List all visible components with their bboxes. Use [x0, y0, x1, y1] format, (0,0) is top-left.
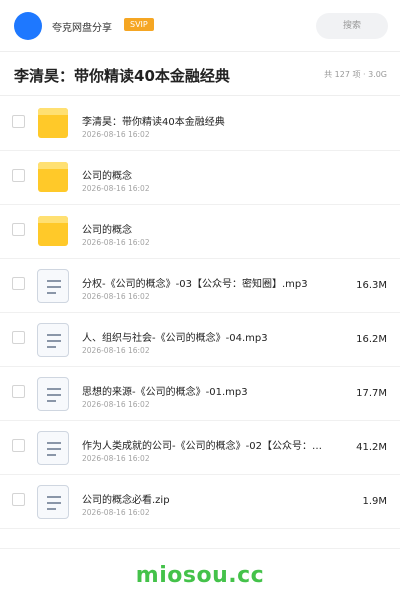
top-bar: 夸克网盘分享 SVIP 搜索 — [0, 0, 400, 52]
file-size: 16.3M — [356, 280, 387, 291]
brand-name: 夸克网盘分享 — [52, 23, 112, 34]
file-date: 2026-08-16 16:02 — [82, 238, 150, 247]
list-item[interactable]: 公司的概念必看.zip 2026-08-16 16:02 1.9M — [0, 475, 400, 529]
list-item[interactable]: 思想的来源-《公司的概念》-01.mp3 2026-08-16 16:02 17… — [0, 367, 400, 421]
list-item[interactable]: 李清昊：带你精读40本金融经典 2026-08-16 16:02 — [0, 97, 400, 151]
file-list: 李清昊：带你精读40本金融经典 2026-08-16 16:02 公司的概念 2… — [0, 97, 400, 529]
list-item[interactable]: 公司的概念 2026-08-16 16:02 — [0, 151, 400, 205]
checkbox[interactable] — [12, 493, 25, 506]
file-date: 2026-08-16 16:02 — [82, 400, 150, 409]
checkbox[interactable] — [12, 115, 25, 128]
file-date: 2026-08-16 16:02 — [82, 508, 150, 517]
file-name: 作为人类成就的公司-《公司的概念》-02【公众号：… — [82, 441, 322, 452]
document-icon — [37, 377, 69, 411]
file-name: 人、组织与社会-《公司的概念》-04.mp3 — [82, 333, 268, 344]
file-date: 2026-08-16 16:02 — [82, 292, 150, 301]
file-name: 思想的来源-《公司的概念》-01.mp3 — [82, 387, 248, 398]
list-item[interactable]: 作为人类成就的公司-《公司的概念》-02【公众号：… 2026-08-16 16… — [0, 421, 400, 475]
file-name: 公司的概念必看.zip — [82, 495, 170, 506]
file-name: 分权-《公司的概念》-03【公众号：密知圈】.mp3 — [82, 279, 308, 290]
folder-icon — [38, 108, 68, 138]
file-size: 1.9M — [362, 496, 387, 507]
file-name: 公司的概念 — [82, 171, 132, 182]
file-date: 2026-08-16 16:02 — [82, 184, 150, 193]
file-size: 17.7M — [356, 388, 387, 399]
share-title-bar: 李清昊：带你精读40本金融经典 共 127 项 · 3.0G — [0, 52, 400, 96]
svip-badge: SVIP — [124, 18, 154, 31]
checkbox[interactable] — [12, 385, 25, 398]
checkbox[interactable] — [12, 223, 25, 236]
footer: miosou.cc — [0, 548, 400, 600]
list-item[interactable]: 分权-《公司的概念》-03【公众号：密知圈】.mp3 2026-08-16 16… — [0, 259, 400, 313]
file-date: 2026-08-16 16:02 — [82, 130, 150, 139]
file-name: 公司的概念 — [82, 225, 132, 236]
list-item[interactable]: 公司的概念 2026-08-16 16:02 — [0, 205, 400, 259]
file-date: 2026-08-16 16:02 — [82, 346, 150, 355]
document-icon — [37, 269, 69, 303]
page-title: 李清昊：带你精读40本金融经典 — [14, 67, 230, 85]
document-icon — [37, 323, 69, 357]
folder-icon — [38, 216, 68, 246]
search-input[interactable]: 搜索 — [316, 13, 388, 39]
share-meta: 共 127 项 · 3.0G — [324, 70, 387, 79]
folder-icon — [38, 162, 68, 192]
checkbox[interactable] — [12, 169, 25, 182]
file-name: 李清昊：带你精读40本金融经典 — [82, 117, 225, 128]
file-date: 2026-08-16 16:02 — [82, 454, 150, 463]
avatar[interactable] — [14, 12, 42, 40]
checkbox[interactable] — [12, 439, 25, 452]
file-size: 41.2M — [356, 442, 387, 453]
checkbox[interactable] — [12, 277, 25, 290]
document-icon — [37, 431, 69, 465]
watermark: miosou.cc — [135, 563, 265, 588]
document-icon — [37, 485, 69, 519]
list-item[interactable]: 人、组织与社会-《公司的概念》-04.mp3 2026-08-16 16:02 … — [0, 313, 400, 367]
file-size: 16.2M — [356, 334, 387, 345]
checkbox[interactable] — [12, 331, 25, 344]
